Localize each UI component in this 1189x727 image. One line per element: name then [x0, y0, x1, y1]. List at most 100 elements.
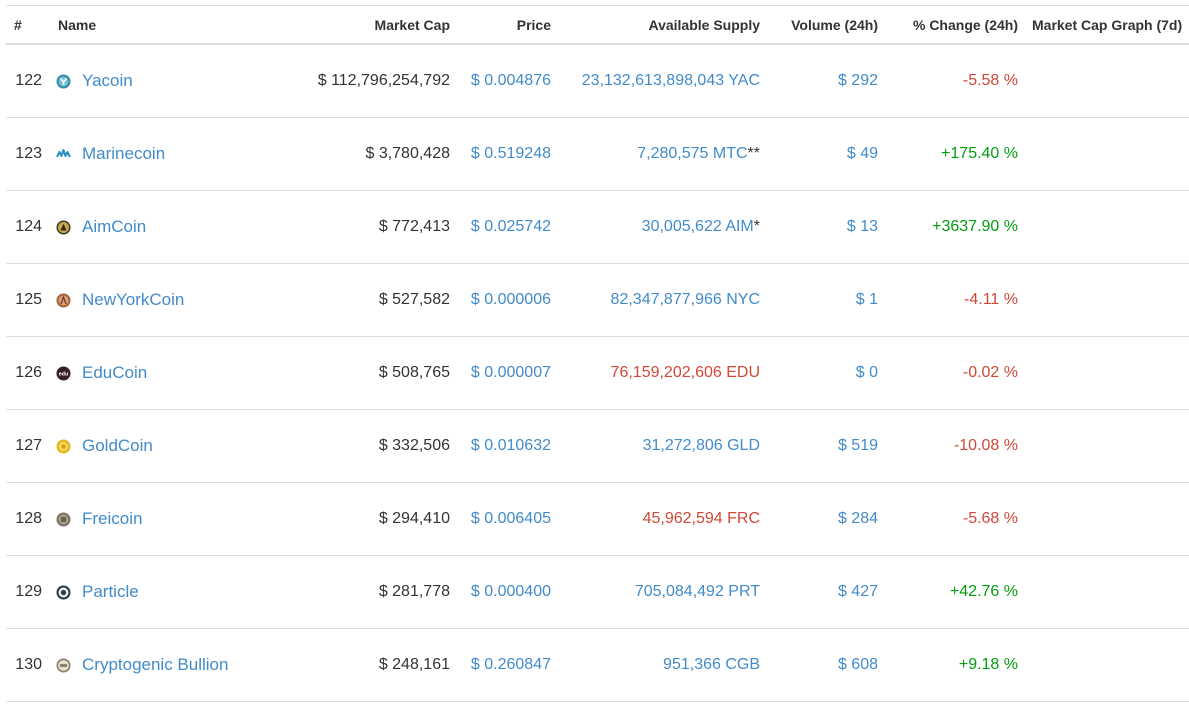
supply-link[interactable]: 76,159,202,606 EDU — [611, 364, 760, 382]
market-cap-graph-cell — [1032, 483, 1189, 555]
volume-link[interactable]: $ 13 — [760, 191, 878, 263]
rank-cell: 129 — [15, 583, 42, 600]
name-cell: NewYorkCoin — [56, 264, 286, 336]
market-cap-graph-cell — [1032, 191, 1189, 263]
name-cell: Yacoin — [56, 45, 286, 117]
header-name[interactable]: Name — [58, 6, 288, 43]
coin-name-link[interactable]: AimCoin — [82, 217, 146, 237]
table-row: 122 Yacoin $ 112,796,254,792 $ 0.004876 … — [6, 45, 1189, 118]
change-cell: -4.11 % — [964, 291, 1018, 308]
change-cell: -0.02 % — [962, 364, 1018, 381]
header-price[interactable]: Price — [450, 6, 551, 43]
supply-link[interactable]: 30,005,622 AIM — [642, 218, 754, 236]
supply-cell: 76,159,202,606 EDU — [551, 337, 760, 409]
market-cap-cell: $ 112,796,254,792 — [317, 72, 450, 89]
volume-link[interactable]: $ 0 — [760, 337, 878, 409]
market-cap-cell: $ 772,413 — [378, 218, 450, 235]
rank-cell: 128 — [15, 510, 42, 527]
supply-link[interactable]: 23,132,613,898,043 YAC — [582, 72, 760, 90]
volume-link[interactable]: $ 608 — [760, 629, 878, 701]
volume-link[interactable]: $ 292 — [760, 45, 878, 117]
price-link[interactable]: $ 0.010632 — [450, 410, 551, 482]
coin-name-link[interactable]: Marinecoin — [82, 144, 165, 164]
supply-link[interactable]: 7,280,575 MTC — [637, 145, 747, 163]
change-cell: -5.58 % — [962, 72, 1018, 89]
market-cap-cell: $ 527,582 — [378, 291, 450, 308]
market-cap-cell: $ 3,780,428 — [365, 145, 450, 162]
price-link[interactable]: $ 0.000007 — [450, 337, 551, 409]
supply-link[interactable]: 951,366 CGB — [663, 656, 760, 674]
header-change[interactable]: % Change (24h) — [878, 6, 1018, 43]
table-row: 125 NewYorkCoin $ 527,582 $ 0.000006 82,… — [6, 264, 1189, 337]
volume-link[interactable]: $ 49 — [760, 118, 878, 190]
market-cap-cell: $ 281,778 — [378, 583, 450, 600]
price-link[interactable]: $ 0.025742 — [450, 191, 551, 263]
coin-name-link[interactable]: Cryptogenic Bullion — [82, 655, 228, 675]
supply-note: ** — [747, 145, 760, 162]
name-cell: Particle — [56, 556, 286, 628]
rank-cell: 122 — [15, 72, 42, 89]
table-row: 128 Freicoin $ 294,410 $ 0.006405 45,962… — [6, 483, 1189, 556]
yacoin-icon — [56, 74, 71, 89]
supply-cell: 82,347,877,966 NYC — [551, 264, 760, 336]
supply-cell: 45,962,594 FRC — [551, 483, 760, 555]
header-market-cap[interactable]: Market Cap — [286, 6, 450, 43]
rank-cell: 127 — [15, 437, 42, 454]
rank-cell: 126 — [15, 364, 42, 381]
name-cell: edu EduCoin — [56, 337, 286, 409]
table-row: 124 AimCoin $ 772,413 $ 0.025742 30,005,… — [6, 191, 1189, 264]
name-cell: GoldCoin — [56, 410, 286, 482]
educoin-icon: edu — [56, 366, 71, 381]
svg-text:edu: edu — [59, 371, 69, 377]
price-link[interactable]: $ 0.000400 — [450, 556, 551, 628]
supply-cell: 951,366 CGB — [551, 629, 760, 701]
supply-link[interactable]: 31,272,806 GLD — [643, 437, 760, 455]
market-cap-graph-cell — [1032, 556, 1189, 628]
change-cell: +9.18 % — [958, 656, 1018, 673]
price-link[interactable]: $ 0.000006 — [450, 264, 551, 336]
market-cap-graph-cell — [1032, 410, 1189, 482]
coin-name-link[interactable]: Yacoin — [82, 71, 133, 91]
supply-link[interactable]: 45,962,594 FRC — [643, 510, 760, 528]
market-cap-graph-cell — [1032, 118, 1189, 190]
coin-name-link[interactable]: Particle — [82, 582, 139, 602]
market-cap-graph-cell — [1032, 629, 1189, 701]
table-row: 123 Marinecoin $ 3,780,428 $ 0.519248 7,… — [6, 118, 1189, 191]
volume-link[interactable]: $ 427 — [760, 556, 878, 628]
market-cap-graph-cell — [1032, 264, 1189, 336]
price-link[interactable]: $ 0.519248 — [450, 118, 551, 190]
rank-cell: 125 — [15, 291, 42, 308]
coin-market-table: # Name Market Cap Price Available Supply… — [6, 5, 1189, 727]
header-available-supply[interactable]: Available Supply — [551, 6, 760, 43]
table-header: # Name Market Cap Price Available Supply… — [6, 5, 1189, 45]
change-cell: +3637.90 % — [932, 218, 1018, 235]
coin-name-link[interactable]: GoldCoin — [82, 436, 153, 456]
marinecoin-icon — [56, 147, 71, 162]
price-link[interactable]: $ 0.260847 — [450, 629, 551, 701]
supply-cell: 31,272,806 GLD — [551, 410, 760, 482]
market-cap-cell: $ 294,410 — [378, 510, 450, 527]
header-rank[interactable]: # — [6, 6, 50, 43]
change-cell: +42.76 % — [949, 583, 1018, 600]
freicoin-icon — [56, 512, 71, 527]
market-cap-cell: $ 332,506 — [378, 437, 450, 454]
volume-link[interactable]: $ 519 — [760, 410, 878, 482]
volume-link[interactable]: $ 284 — [760, 483, 878, 555]
supply-link[interactable]: 82,347,877,966 NYC — [611, 291, 760, 309]
price-link[interactable]: $ 0.004876 — [450, 45, 551, 117]
rank-cell: 124 — [15, 218, 42, 235]
change-cell: -10.08 % — [953, 437, 1018, 454]
coin-name-link[interactable]: NewYorkCoin — [82, 290, 184, 310]
coin-name-link[interactable]: Freicoin — [82, 509, 142, 529]
volume-link[interactable]: $ 1 — [760, 264, 878, 336]
supply-cell: 23,132,613,898,043 YAC — [551, 45, 760, 117]
supply-link[interactable]: 705,084,492 PRT — [635, 583, 760, 601]
supply-cell: 705,084,492 PRT — [551, 556, 760, 628]
table-row: 129 Particle $ 281,778 $ 0.000400 705,08… — [6, 556, 1189, 629]
cryptogenic-bullion-icon — [56, 658, 71, 673]
coin-name-link[interactable]: EduCoin — [82, 363, 147, 383]
header-volume[interactable]: Volume (24h) — [760, 6, 878, 43]
market-cap-cell: $ 508,765 — [378, 364, 450, 381]
price-link[interactable]: $ 0.006405 — [450, 483, 551, 555]
newyorkcoin-icon — [56, 293, 71, 308]
